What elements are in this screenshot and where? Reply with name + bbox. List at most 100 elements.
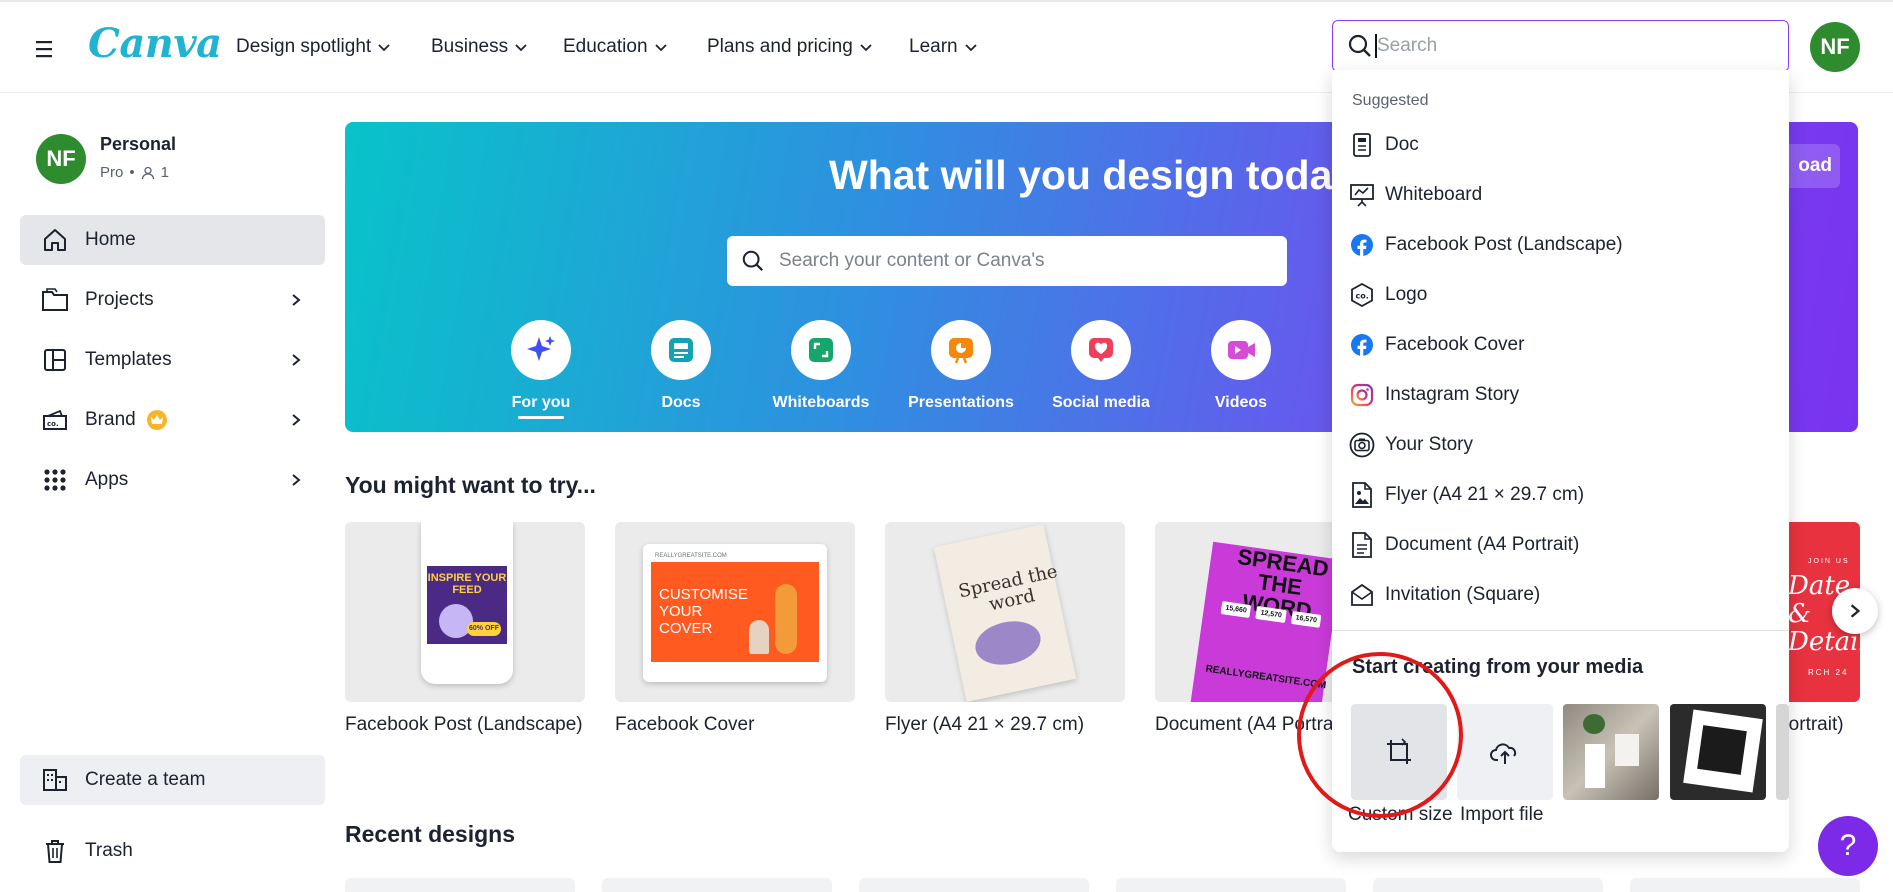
search-icon xyxy=(742,250,764,272)
chevron-down-icon xyxy=(654,44,667,52)
nav-label: Education xyxy=(563,36,648,57)
carousel-next-button[interactable] xyxy=(1832,588,1878,634)
account-meta: Pro • 1 xyxy=(100,164,169,181)
user-avatar[interactable]: NF xyxy=(1810,22,1860,72)
sidebar-item-templates[interactable]: Templates xyxy=(20,335,325,385)
resize-icon xyxy=(1387,738,1411,764)
account-name[interactable]: Personal xyxy=(100,134,176,155)
custom-size-button[interactable] xyxy=(1351,704,1447,800)
recent-design-card[interactable] xyxy=(1116,878,1346,892)
nav-design-spotlight[interactable]: Design spotlight xyxy=(236,36,391,58)
video-icon xyxy=(1211,320,1271,380)
nav-plans-and-pricing[interactable]: Plans and pricing xyxy=(707,36,873,58)
search-bar[interactable] xyxy=(1332,20,1789,72)
category-label: Social media xyxy=(1052,394,1150,411)
recent-design-card[interactable] xyxy=(345,878,575,892)
suggestion-flyer[interactable]: Flyer (A4 21 × 29.7 cm) xyxy=(1332,472,1789,518)
suggestion-label: Whiteboard xyxy=(1385,184,1483,205)
category-social-media[interactable]: Social media xyxy=(1036,320,1166,412)
search-suggestions-dropdown: Suggested Doc Whiteboard Facebook Post (… xyxy=(1332,70,1789,852)
media-thumbnail[interactable] xyxy=(1776,704,1789,800)
recent-design-card[interactable] xyxy=(859,878,1089,892)
category-whiteboards[interactable]: Whiteboards xyxy=(756,320,886,412)
whiteboard-icon xyxy=(791,320,851,380)
trash-icon xyxy=(40,836,70,866)
search-input[interactable] xyxy=(1377,35,1757,57)
account-switcher[interactable]: NF xyxy=(36,134,86,184)
nav-learn[interactable]: Learn xyxy=(909,36,978,58)
chevron-down-icon xyxy=(860,44,872,52)
sparkle-icon xyxy=(511,320,571,380)
story-camera-icon xyxy=(1349,432,1375,458)
sidebar-item-trash[interactable]: Trash xyxy=(20,826,325,876)
thumb-partial-text: RCH 24 xyxy=(1808,668,1849,677)
hero-search-bar[interactable] xyxy=(727,236,1287,286)
suggested-heading: Suggested xyxy=(1352,92,1429,109)
suggestion-your-story[interactable]: Your Story xyxy=(1332,422,1789,468)
upload-label: oad xyxy=(1798,155,1832,176)
home-icon xyxy=(40,225,70,255)
category-docs[interactable]: Docs xyxy=(616,320,746,412)
suggestion-logo[interactable]: co. Logo xyxy=(1332,272,1789,318)
sidebar-item-brand[interactable]: co. Brand xyxy=(20,395,325,445)
nav-business[interactable]: Business xyxy=(431,36,528,58)
category-videos[interactable]: Videos xyxy=(1176,320,1306,412)
sidebar-item-label: Apps xyxy=(85,469,129,490)
category-presentations[interactable]: Presentations xyxy=(896,320,1026,412)
suggestion-label: Invitation (Square) xyxy=(1385,584,1541,605)
suggestion-label: Facebook Cover xyxy=(1385,334,1525,355)
hero-search-input[interactable] xyxy=(779,250,1259,272)
suggestion-facebook-post-landscape[interactable]: Facebook Post (Landscape) xyxy=(1332,222,1789,268)
thumb-text: INSPIRE YOUR FEED xyxy=(427,572,507,596)
chevron-right-icon xyxy=(292,354,301,366)
doc-icon xyxy=(1349,132,1375,158)
chevron-down-icon xyxy=(515,44,527,52)
instagram-icon xyxy=(1349,382,1375,408)
category-label: Presentations xyxy=(908,394,1014,411)
nav-label: Learn xyxy=(909,36,958,57)
nav-label: Design spotlight xyxy=(236,36,372,57)
flyer-icon xyxy=(1349,482,1375,508)
chevron-right-icon xyxy=(292,414,301,426)
recent-design-card[interactable] xyxy=(1630,878,1860,892)
suggestion-invitation-square[interactable]: Invitation (Square) xyxy=(1332,572,1789,618)
category-for-you[interactable]: For you xyxy=(476,320,606,419)
custom-size-label: Custom size xyxy=(1348,804,1453,825)
template-card-flyer[interactable]: Spread the word Flyer (A4 21 × 29.7 cm) xyxy=(885,522,1125,736)
media-thumbnail[interactable] xyxy=(1670,704,1766,800)
sidebar-item-home[interactable]: Home xyxy=(20,215,325,265)
canva-logo[interactable]: Canva xyxy=(88,20,222,67)
template-card-label: Facebook Cover xyxy=(615,714,755,735)
folder-icon xyxy=(40,285,70,315)
suggestion-document-a4[interactable]: Document (A4 Portrait) xyxy=(1332,522,1789,568)
suggestion-instagram-story[interactable]: Instagram Story xyxy=(1332,372,1789,418)
cloud-upload-icon xyxy=(1490,743,1517,764)
heart-icon xyxy=(1071,320,1131,380)
suggestion-facebook-cover[interactable]: Facebook Cover xyxy=(1332,322,1789,368)
suggestion-whiteboard[interactable]: Whiteboard xyxy=(1332,172,1789,218)
facebook-icon xyxy=(1349,232,1375,258)
sidebar-item-projects[interactable]: Projects xyxy=(20,275,325,325)
templates-icon xyxy=(40,345,70,375)
help-button[interactable]: ? xyxy=(1818,816,1878,876)
suggestion-doc[interactable]: Doc xyxy=(1332,122,1789,168)
menu-icon[interactable] xyxy=(30,35,60,63)
recent-design-card[interactable] xyxy=(1373,878,1603,892)
recent-design-card[interactable] xyxy=(602,878,832,892)
divider xyxy=(1332,630,1789,631)
person-icon xyxy=(141,166,154,179)
create-team-button[interactable]: Create a team xyxy=(20,755,325,805)
import-file-button[interactable] xyxy=(1457,704,1553,800)
sidebar-item-apps[interactable]: Apps xyxy=(20,455,325,505)
suggestion-label: Document (A4 Portrait) xyxy=(1385,534,1580,555)
chevron-right-icon xyxy=(292,294,301,306)
template-thumbnail: INSPIRE YOUR FEED 60% OFF xyxy=(345,522,585,702)
nav-education[interactable]: Education xyxy=(563,36,668,58)
svg-text:co.: co. xyxy=(1356,292,1369,301)
whiteboard-icon xyxy=(1349,182,1375,208)
separator-dot: • xyxy=(129,164,135,181)
template-card-facebook-cover[interactable]: REALLYGREATSITE.COM CUSTOMISE YOUR COVER… xyxy=(615,522,855,736)
template-card-facebook-post[interactable]: INSPIRE YOUR FEED 60% OFF Facebook Post … xyxy=(345,522,585,736)
template-card-label: Facebook Post (Landscape) xyxy=(345,714,583,735)
media-thumbnail[interactable] xyxy=(1563,704,1659,800)
